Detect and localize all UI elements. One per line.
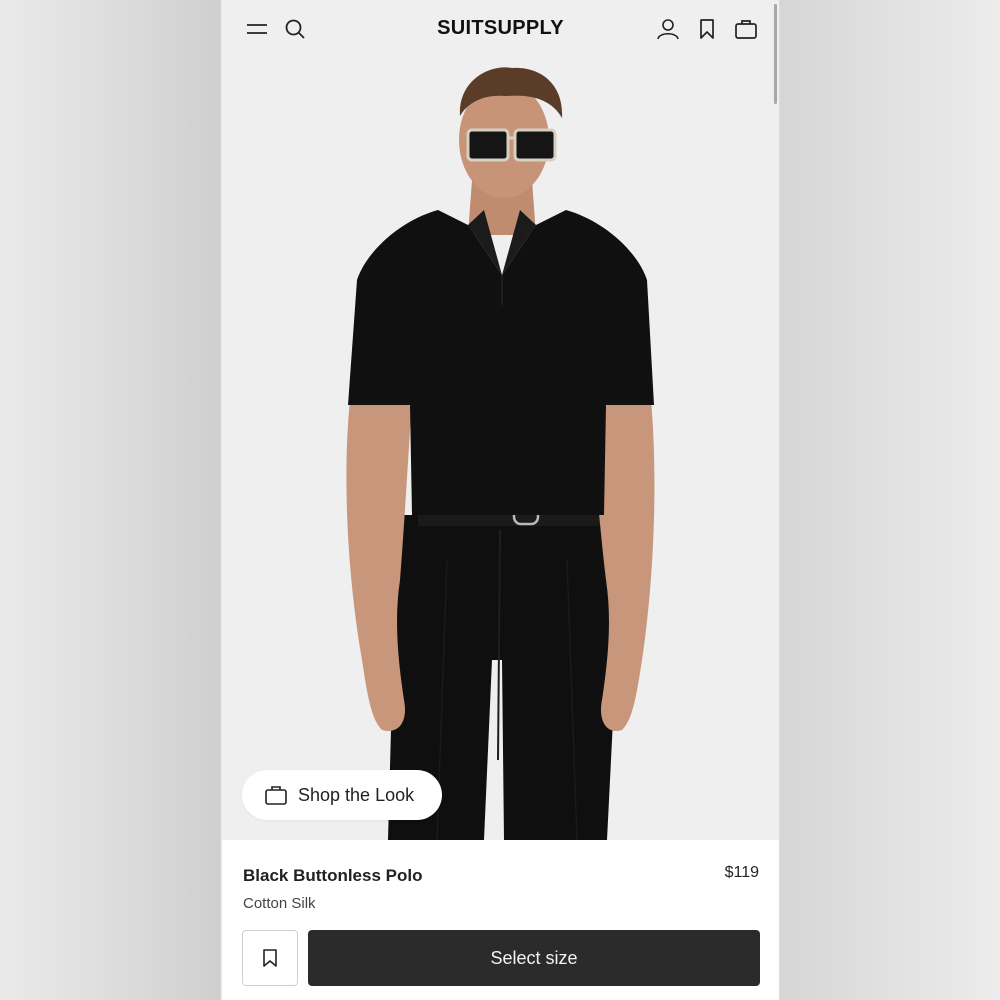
shop-the-look-label: Shop the Look	[298, 784, 415, 805]
product-info-panel: Black Buttonless Polo $119 Cotton Silk S…	[222, 840, 779, 1000]
wishlist-icon[interactable]	[692, 14, 722, 44]
product-material: Cotton Silk	[243, 895, 316, 912]
product-title: Black Buttonless Polo	[243, 866, 423, 885]
wishlist-icon	[263, 949, 277, 967]
shop-the-look-button[interactable]: Shop the Look	[242, 770, 442, 820]
product-photo	[346, 67, 655, 840]
add-to-wishlist-button[interactable]	[242, 930, 298, 986]
top-navigation-bar: SUITSUPPLY	[222, 0, 779, 60]
bag-icon[interactable]	[731, 14, 761, 44]
product-price: $119	[724, 864, 759, 881]
product-page: SUITSUPPLY Shop the Look Black Buttonles…	[222, 0, 779, 1000]
account-icon[interactable]	[653, 14, 683, 44]
bag-icon	[264, 784, 288, 806]
select-size-button[interactable]: Select size	[308, 930, 760, 986]
